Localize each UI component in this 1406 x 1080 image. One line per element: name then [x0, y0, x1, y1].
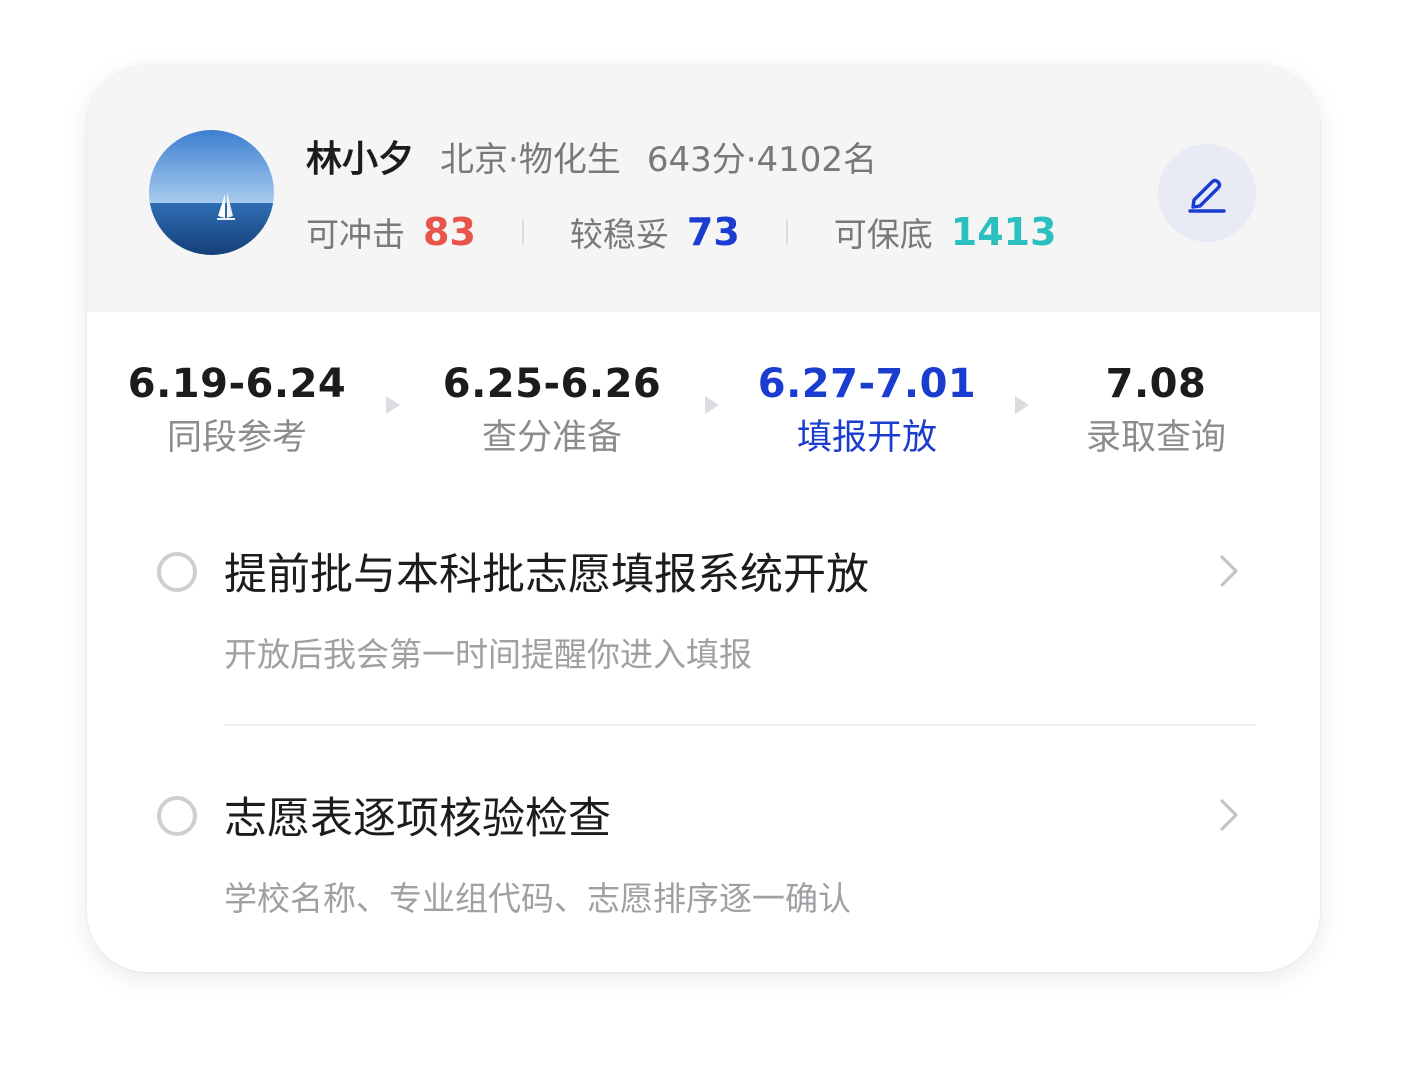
stat-separator: [521, 219, 524, 245]
chevron-right-icon[interactable]: [1219, 798, 1239, 832]
timeline-step[interactable]: 6.25-6.26 查分准备: [443, 356, 661, 464]
stats-line: 可冲击 83 较稳妥 73 可保底 1413: [306, 206, 1057, 258]
region-subjects: 北京·物化生: [440, 139, 621, 180]
plan-card: 林小夕 北京·物化生 643分·4102名 可冲击 83 较稳妥 73 可保底 …: [87, 66, 1320, 972]
task-checkbox[interactable]: [157, 796, 197, 836]
user-name: 林小夕: [306, 139, 415, 180]
timeline: 6.19-6.24 同段参考 6.25-6.26 查分准备 6.27-7.01 …: [87, 356, 1320, 476]
task-subtitle: 学校名称、专业组代码、志愿排序逐一确认: [224, 879, 851, 918]
timeline-label: 同段参考: [166, 418, 308, 458]
timeline-label: 填报开放: [796, 418, 938, 458]
pencil-icon: [1188, 178, 1226, 213]
timeline-date: 6.25-6.26: [442, 361, 662, 407]
avatar[interactable]: [149, 130, 274, 255]
avatar-sea-image: [149, 130, 274, 255]
arrow-right-icon: [1015, 396, 1029, 414]
stat-value-safe: 1413: [950, 210, 1057, 254]
edit-button[interactable]: [1158, 144, 1256, 242]
divider: [224, 724, 1256, 726]
arrow-right-icon: [705, 396, 719, 414]
stat-label-reach: 可冲击: [306, 215, 405, 254]
stat-label-match: 较稳妥: [569, 215, 669, 254]
arrow-right-icon: [386, 396, 400, 414]
timeline-date: 6.27-7.01: [757, 361, 977, 407]
timeline-label: 录取查询: [1085, 418, 1227, 458]
timeline-step[interactable]: 7.08 录取查询: [1086, 356, 1226, 464]
stat-value-match: 73: [686, 210, 740, 254]
timeline-date: 7.08: [1105, 361, 1207, 407]
score-rank: 643分·4102名: [646, 139, 878, 180]
profile-header: 林小夕 北京·物化生 643分·4102名 可冲击 83 较稳妥 73 可保底 …: [87, 66, 1320, 312]
timeline-step[interactable]: 6.19-6.24 同段参考: [128, 356, 346, 464]
profile-info-line: 林小夕 北京·物化生 643分·4102名: [306, 132, 877, 180]
stat-separator: [785, 219, 788, 245]
timeline-step-active[interactable]: 6.27-7.01 填报开放: [758, 356, 976, 464]
timeline-label: 查分准备: [481, 418, 623, 458]
task-subtitle: 开放后我会第一时间提醒你进入填报: [224, 635, 752, 674]
chevron-right-icon[interactable]: [1219, 554, 1239, 588]
stat-value-reach: 83: [423, 210, 476, 254]
task-title: 提前批与本科批志愿填报系统开放: [224, 550, 869, 600]
task-checkbox[interactable]: [157, 552, 197, 592]
stat-label-safe: 可保底: [833, 215, 933, 254]
task-title: 志愿表逐项核验检查: [224, 794, 611, 844]
timeline-date: 6.19-6.24: [127, 361, 347, 407]
